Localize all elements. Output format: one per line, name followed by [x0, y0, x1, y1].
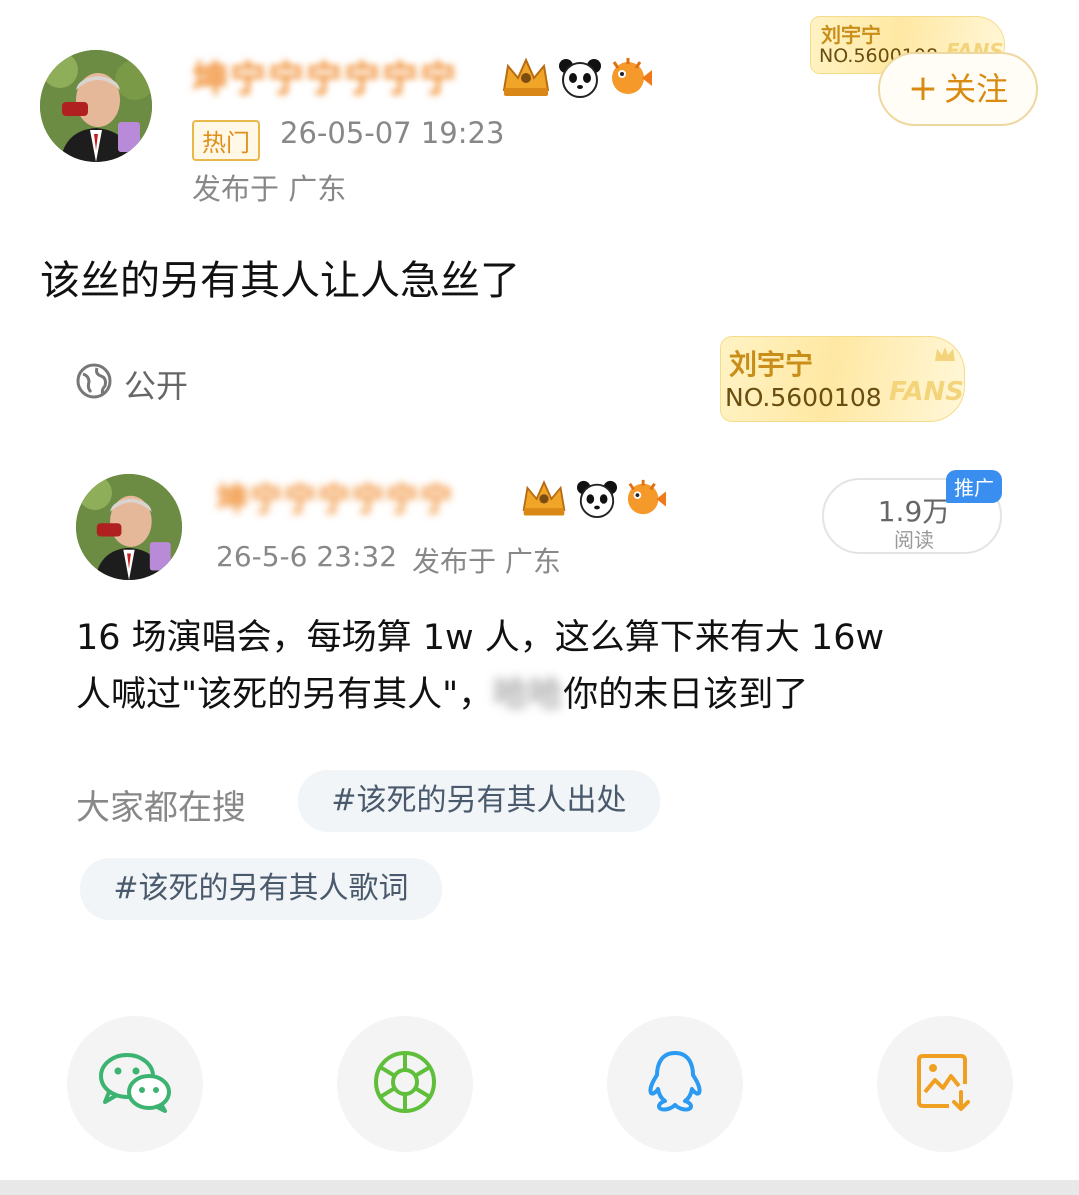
repost-author-avatar[interactable] — [76, 474, 182, 580]
wechat-icon — [97, 1050, 173, 1118]
fans-badge-name: 刘宇宁 — [729, 348, 814, 381]
repost-pufferfish-badge-icon — [624, 478, 668, 522]
post-location: 发布于 广东 — [192, 172, 347, 206]
share-qq-button[interactable] — [607, 1016, 743, 1152]
plus-icon: + — [907, 68, 939, 109]
globe-icon — [75, 362, 113, 404]
fans-badge: 刘宇宁 NO.5600108 FANS — [720, 336, 965, 422]
repost-crown-badge-icon — [520, 478, 568, 522]
bottom-bar — [0, 1180, 1079, 1195]
hot-tag: 热门 — [192, 120, 260, 161]
repost-body-line2-end: 你的末日该到了 — [563, 675, 809, 715]
author-username[interactable]: 坤宁宁宁宁宁宁 — [192, 50, 458, 102]
share-wechat-button[interactable] — [67, 1016, 203, 1152]
qq-icon — [645, 1049, 705, 1119]
repost-author-username[interactable]: 坤宁宁宁宁宁宁 — [216, 474, 454, 520]
visibility-label: 公开 — [124, 367, 189, 405]
repost-timestamp: 26-5-6 23:32 — [216, 540, 398, 573]
pufferfish-badge-icon — [608, 56, 654, 102]
repost-body-line2-start: 人喊过"该死的另有其人"， — [76, 675, 494, 715]
save-image-button[interactable] — [877, 1016, 1013, 1152]
topic-pill-lyrics[interactable]: #该死的另有其人歌词 — [80, 858, 442, 920]
repost-location: 发布于 广东 — [412, 545, 561, 578]
repost-body-line1: 16 场演唱会，每场算 1w 人，这么算下来有大 16w — [76, 618, 885, 658]
fans-badge-watermark: FANS — [889, 377, 965, 407]
fans-badge-number: NO.5600108 — [725, 383, 882, 412]
moments-icon — [372, 1049, 438, 1119]
topic-pill-origin[interactable]: #该死的另有其人出处 — [298, 770, 660, 832]
redacted-text: 哈哈 — [493, 675, 564, 715]
crown-watermark-icon — [933, 345, 957, 369]
fans-badge-top-name: 刘宇宁 — [821, 23, 881, 47]
post-timestamp: 26-05-07 19:23 — [280, 116, 505, 150]
search-suggestions-label: 大家都在搜 — [76, 788, 246, 828]
follow-button[interactable]: + 关注 — [878, 52, 1038, 126]
panda-badge-icon — [558, 56, 602, 102]
share-moments-button[interactable] — [337, 1016, 473, 1152]
follow-label: 关注 — [944, 70, 1009, 108]
save-image-icon — [915, 1052, 975, 1116]
author-avatar[interactable] — [40, 50, 152, 162]
reads-label: 阅读 — [894, 528, 934, 552]
promo-badge: 推广 — [946, 470, 1002, 503]
post-body: 该丝的另有其人让人急丝了 — [40, 258, 520, 304]
repost-panda-badge-icon — [576, 478, 618, 522]
crown-badge-icon — [500, 56, 552, 104]
repost-body-line2: 人喊过"该死的另有其人"，哈哈你的末日该到了 — [76, 667, 1036, 724]
repost-body: 16 场演唱会，每场算 1w 人，这么算下来有大 16w 人喊过"该死的另有其人… — [76, 610, 1036, 724]
